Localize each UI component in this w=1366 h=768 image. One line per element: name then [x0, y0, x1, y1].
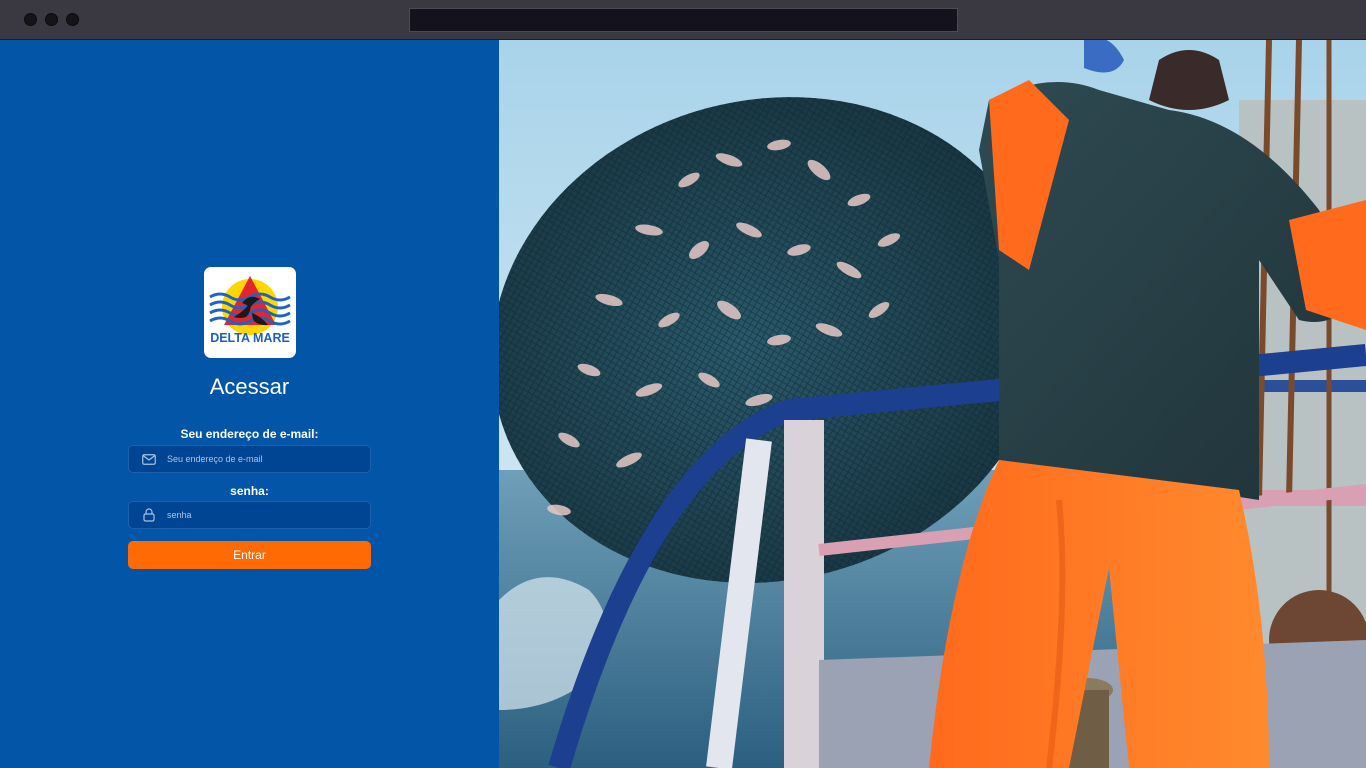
- login-panel: DELTA MARE Acessar Seu endereço de e-mai…: [0, 40, 499, 768]
- delta-mare-logo: DELTA MARE: [204, 267, 296, 358]
- email-label: Seu endereço de e-mail:: [180, 427, 319, 441]
- address-bar[interactable]: [409, 8, 958, 32]
- window-controls: [24, 13, 79, 26]
- window-close-button[interactable]: [24, 13, 37, 26]
- email-input[interactable]: [167, 454, 357, 464]
- hero-photo: [499, 40, 1366, 768]
- logo-text: DELTA MARE: [210, 331, 290, 345]
- password-label: senha:: [230, 484, 269, 498]
- page-title: Acessar: [209, 374, 290, 399]
- email-field[interactable]: [128, 445, 371, 473]
- submit-button[interactable]: Entrar: [128, 541, 371, 569]
- window-maximize-button[interactable]: [66, 13, 79, 26]
- window-minimize-button[interactable]: [45, 13, 58, 26]
- password-field[interactable]: [128, 501, 371, 529]
- envelope-icon: [141, 452, 157, 466]
- lock-icon: [141, 508, 157, 522]
- browser-chrome: [0, 0, 1366, 40]
- password-input[interactable]: [167, 510, 357, 520]
